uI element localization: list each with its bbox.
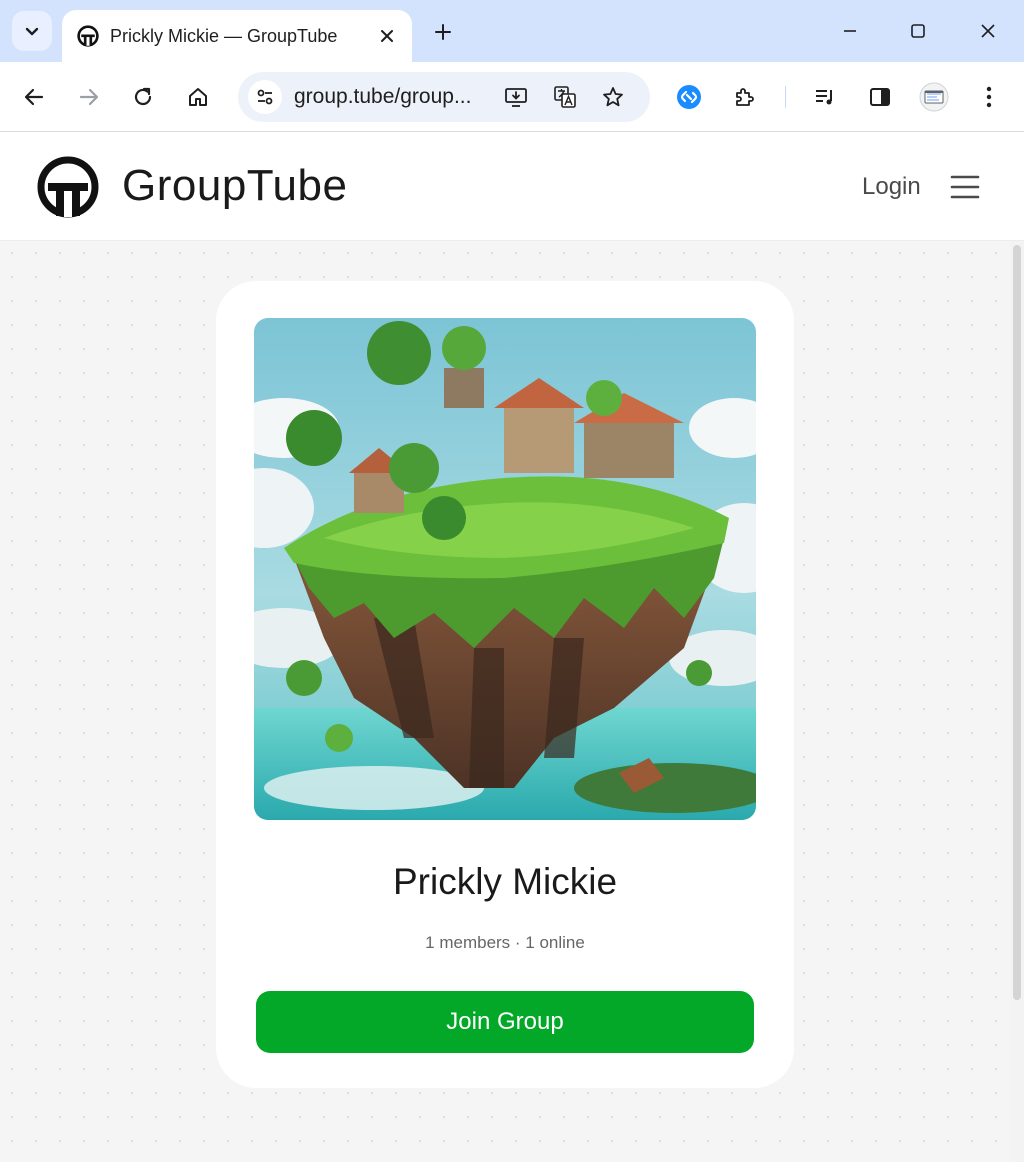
toolbar-separator: [785, 86, 786, 108]
shazam-extension-icon: [677, 85, 701, 109]
plus-icon: [435, 24, 451, 40]
maximize-icon: [911, 24, 925, 38]
tab-title: Prickly Mickie — GroupTube: [110, 25, 338, 46]
maximize-button[interactable]: [898, 14, 938, 48]
back-arrow-icon: [24, 88, 44, 106]
translate-icon: [554, 86, 576, 108]
join-group-button[interactable]: Join Group: [256, 991, 754, 1053]
reload-button[interactable]: [125, 79, 161, 115]
profile-button[interactable]: [916, 79, 952, 115]
site-info-button[interactable]: [248, 80, 282, 114]
shazam-extension-button[interactable]: [671, 79, 707, 115]
minimize-icon: [844, 30, 856, 32]
close-icon: [981, 24, 995, 38]
side-panel-icon: [870, 88, 890, 106]
floating-island-illustration: [254, 318, 756, 820]
login-link[interactable]: Login: [862, 173, 921, 201]
group-card: Prickly Mickie 1 members · 1 online Join…: [216, 281, 794, 1088]
browser-toolbar: group.tube/group...: [0, 62, 1024, 132]
kebab-menu-icon: [986, 86, 992, 108]
extensions-button[interactable]: [727, 79, 763, 115]
forward-button[interactable]: [71, 79, 107, 115]
home-button[interactable]: [180, 79, 216, 115]
media-controls-button[interactable]: [807, 79, 843, 115]
star-icon: [603, 87, 623, 107]
back-button[interactable]: [16, 79, 52, 115]
hamburger-menu-icon[interactable]: [950, 173, 980, 201]
url-text[interactable]: group.tube/group...: [294, 85, 471, 109]
page-scrollbar[interactable]: [1010, 241, 1024, 1162]
browser-menu-button[interactable]: [971, 79, 1007, 115]
grouptube-favicon-icon: [77, 25, 99, 47]
new-tab-button[interactable]: [428, 17, 458, 47]
close-icon: [381, 30, 393, 42]
grouptube-logo-icon[interactable]: [36, 155, 100, 219]
profile-avatar-icon: [919, 82, 949, 112]
install-app-button[interactable]: [502, 83, 530, 111]
group-member-stats: 1 members · 1 online: [425, 933, 585, 952]
puzzle-icon: [736, 88, 754, 106]
group-cover-image: [254, 318, 756, 820]
page-body: Prickly Mickie 1 members · 1 online Join…: [0, 241, 1010, 1162]
chevron-down-icon: [25, 27, 39, 36]
install-app-icon: [505, 88, 527, 107]
group-name: Prickly Mickie: [392, 861, 618, 902]
tab-close-button[interactable]: [374, 23, 400, 49]
translate-button[interactable]: [551, 83, 579, 111]
tune-icon: [257, 89, 273, 105]
browser-tabstrip: Prickly Mickie — GroupTube: [0, 0, 1024, 62]
side-panel-button[interactable]: [862, 79, 898, 115]
browser-tab-active[interactable]: Prickly Mickie — GroupTube: [62, 10, 412, 62]
scrollbar-thumb[interactable]: [1013, 245, 1021, 1000]
bookmark-button[interactable]: [599, 83, 627, 111]
media-controls-icon: [816, 90, 832, 105]
site-header: GroupTube Login: [0, 133, 1024, 241]
close-window-button[interactable]: [968, 14, 1008, 48]
minimize-button[interactable]: [830, 14, 870, 48]
tab-search-button[interactable]: [12, 11, 52, 51]
address-bar[interactable]: group.tube/group...: [238, 72, 650, 122]
reload-icon: [134, 87, 152, 106]
home-icon: [189, 88, 207, 106]
site-name[interactable]: GroupTube: [122, 161, 347, 211]
forward-arrow-icon: [79, 88, 99, 106]
